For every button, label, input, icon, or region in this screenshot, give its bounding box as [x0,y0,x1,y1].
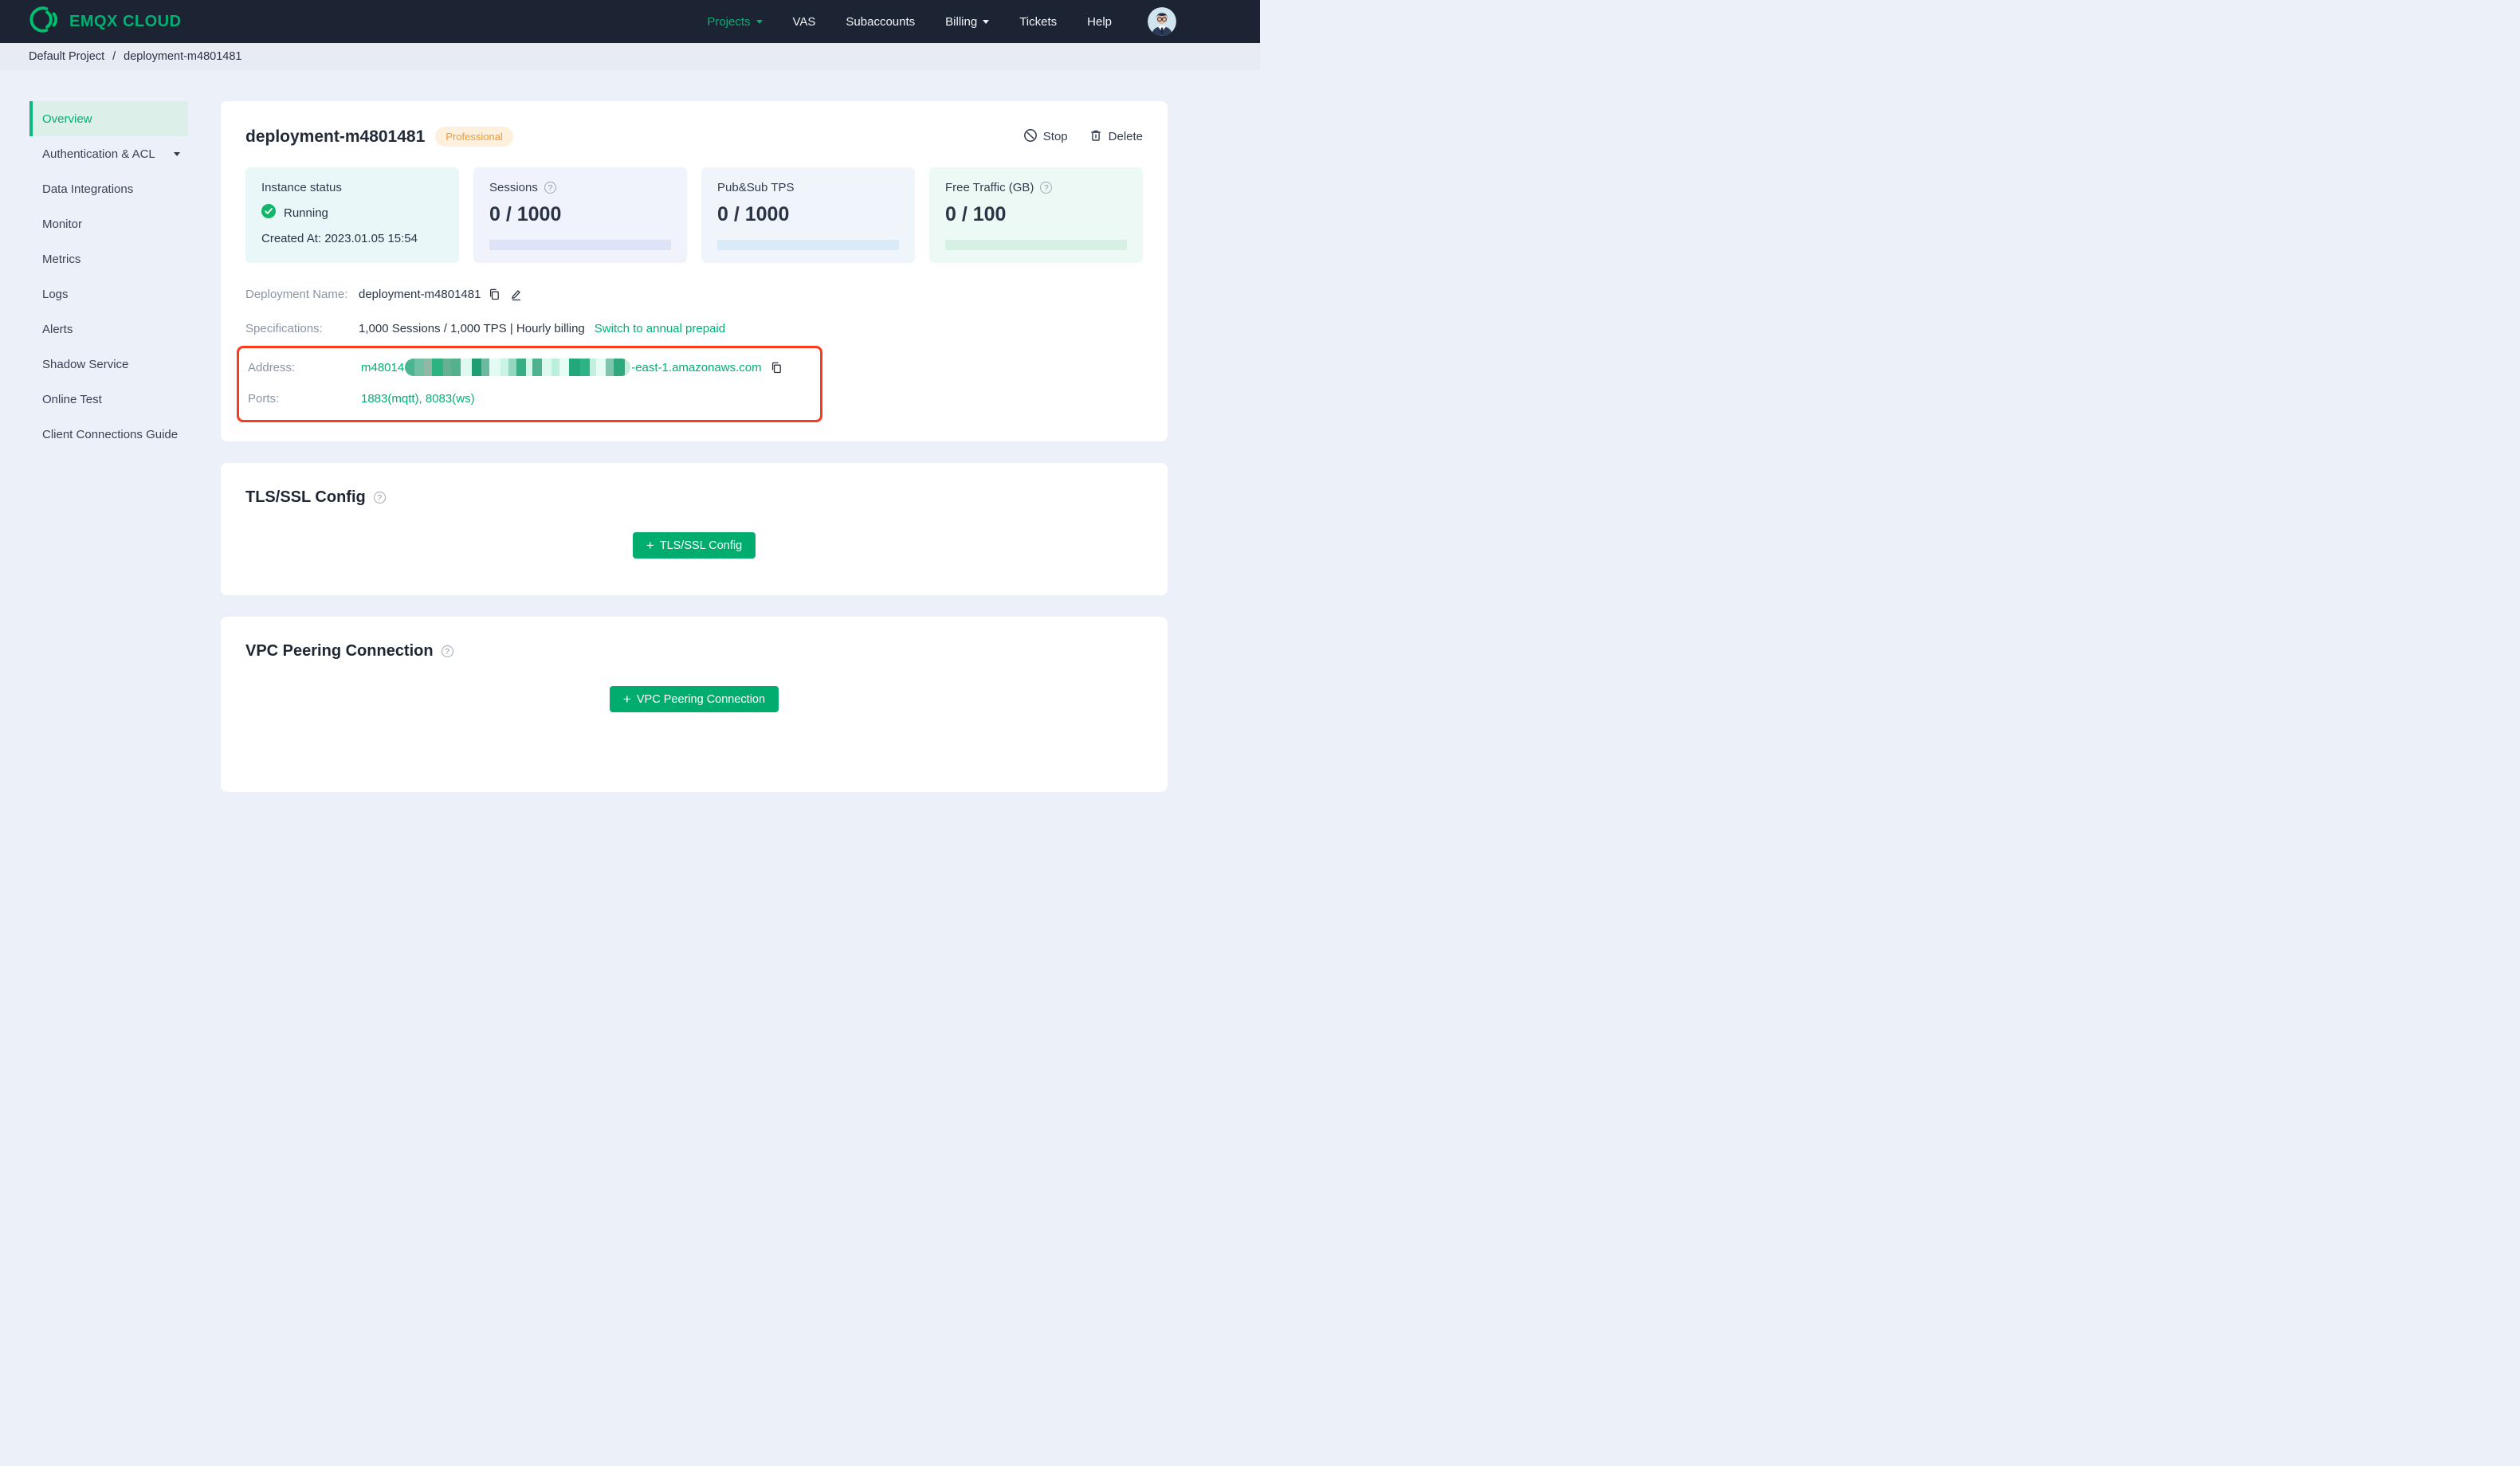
add-tls-label: TLS/SSL Config [659,539,743,552]
nav-item-tickets[interactable]: Tickets [1019,15,1057,29]
sidebar-item-authentication-acl[interactable]: Authentication & ACL [29,136,188,171]
plus-icon: + [622,692,631,707]
edit-pen-icon[interactable] [509,288,523,301]
plus-icon: + [646,538,654,553]
instance-status-label: Instance status [261,181,342,194]
created-at-text: Created At: 2023.01.05 15:54 [261,232,418,245]
deployment-overview-card: deployment-m4801481 Professional Stop De… [221,101,1168,441]
ports-label: Ports: [248,392,280,406]
specifications-label: Specifications: [245,322,323,335]
nav-item-billing[interactable]: Billing [945,14,990,29]
sidebar-item-metrics[interactable]: Metrics [29,241,188,276]
address-label: Address: [248,360,296,374]
breadcrumb-project[interactable]: Default Project [29,50,104,63]
sidebar-item-data-integrations[interactable]: Data Integrations [29,171,188,206]
address-suffix: -east-1.amazonaws.com [631,360,762,374]
free-traffic-label: Free Traffic (GB) [945,181,1034,194]
sidebar-item-alerts[interactable]: Alerts [29,312,188,347]
brand[interactable]: EMQX CLOUD [29,5,182,38]
nav-item-help[interactable]: Help [1087,15,1112,29]
brand-name: EMQX CLOUD [69,12,182,30]
address-highlight-box: Address: m48014 -east-1.amazonaws.com Po… [237,346,822,422]
copy-icon[interactable] [770,361,783,374]
specifications-value: 1,000 Sessions / 1,000 TPS | Hourly bill… [359,322,585,335]
vpc-peering-card: VPC Peering Connection ? + VPC Peering C… [221,617,1168,792]
delete-button[interactable]: Delete [1089,128,1143,146]
nav-item-vas[interactable]: VAS [793,15,816,29]
switch-annual-prepaid-link[interactable]: Switch to annual prepaid [595,322,725,335]
help-icon[interactable]: ? [373,492,386,504]
add-vpc-label: VPC Peering Connection [636,692,766,706]
trash-icon [1089,128,1103,146]
sidebar-item-logs[interactable]: Logs [29,276,188,312]
help-icon[interactable]: ? [1040,182,1053,194]
sidebar-item-shadow-service[interactable]: Shadow Service [29,347,188,382]
sidebar-item-overview[interactable]: Overview [29,101,188,136]
sidebar-item-client-connections-guide[interactable]: Client Connections Guide [29,417,188,452]
pubsub-tps-card: Pub&Sub TPS 0 / 1000 [701,167,915,263]
stop-icon [1023,128,1038,146]
add-vpc-peering-button[interactable]: + VPC Peering Connection [609,686,779,712]
free-traffic-value: 0 / 100 [945,203,1007,225]
pubsub-tps-label: Pub&Sub TPS [717,181,795,194]
breadcrumb: Default Project / deployment-m4801481 [0,43,1260,70]
instance-status-card: Instance status Running Created At: 2023… [245,167,459,263]
sidebar-item-monitor[interactable]: Monitor [29,206,188,241]
add-tls-ssl-config-button[interactable]: + TLS/SSL Config [632,532,756,559]
copy-icon[interactable] [488,288,501,301]
chevron-down-icon [756,19,763,24]
pubsub-tps-value: 0 / 1000 [717,203,790,225]
sidebar-item-label: Authentication & ACL [42,147,155,161]
check-circle-icon [261,204,276,221]
help-icon[interactable]: ? [441,645,453,657]
top-nav: EMQX CLOUD Projects VAS Subaccounts Bill… [0,0,1260,43]
nav-item-label: Projects [707,14,751,29]
sessions-progress-bar [489,240,671,250]
emqx-logo-icon [29,5,61,38]
free-traffic-card: Free Traffic (GB) ? 0 / 100 [929,167,1143,263]
delete-label: Delete [1108,130,1143,143]
avatar[interactable] [1148,7,1176,36]
free-traffic-progress-bar [945,240,1127,250]
page-title: deployment-m4801481 [245,127,426,146]
status-text: Running [284,206,328,220]
deployment-name-value: deployment-m4801481 [359,288,481,301]
nav-item-projects[interactable]: Projects [707,14,763,29]
deployment-name-label: Deployment Name: [245,288,348,301]
nav-item-subaccounts[interactable]: Subaccounts [846,15,915,29]
sessions-label: Sessions [489,181,538,194]
sessions-value: 0 / 1000 [489,203,562,225]
chevron-down-icon [983,19,990,24]
stop-label: Stop [1042,130,1068,143]
ports-value: 1883(mqtt), 8083(ws) [361,392,475,406]
help-icon[interactable]: ? [544,182,556,194]
sessions-card: Sessions ? 0 / 1000 [473,167,687,263]
breadcrumb-current: deployment-m4801481 [124,50,242,63]
plan-badge: Professional [435,127,513,147]
stop-button[interactable]: Stop [1023,128,1068,146]
address-prefix: m48014 [361,360,405,374]
pubsub-tps-progress-bar [717,240,899,250]
tls-section-title: TLS/SSL Config [245,488,366,506]
vpc-section-title: VPC Peering Connection [245,642,434,660]
address-blur-mosaic [405,359,631,376]
sidebar: Overview Authentication & ACL Data Integ… [0,101,188,813]
breadcrumb-separator: / [112,50,116,63]
chevron-down-icon [174,151,180,156]
nav-item-label: Billing [945,14,978,29]
tls-ssl-config-card: TLS/SSL Config ? + TLS/SSL Config [221,463,1168,595]
sidebar-item-online-test[interactable]: Online Test [29,382,188,417]
nav-menu: Projects VAS Subaccounts Billing Tickets… [707,7,1260,36]
